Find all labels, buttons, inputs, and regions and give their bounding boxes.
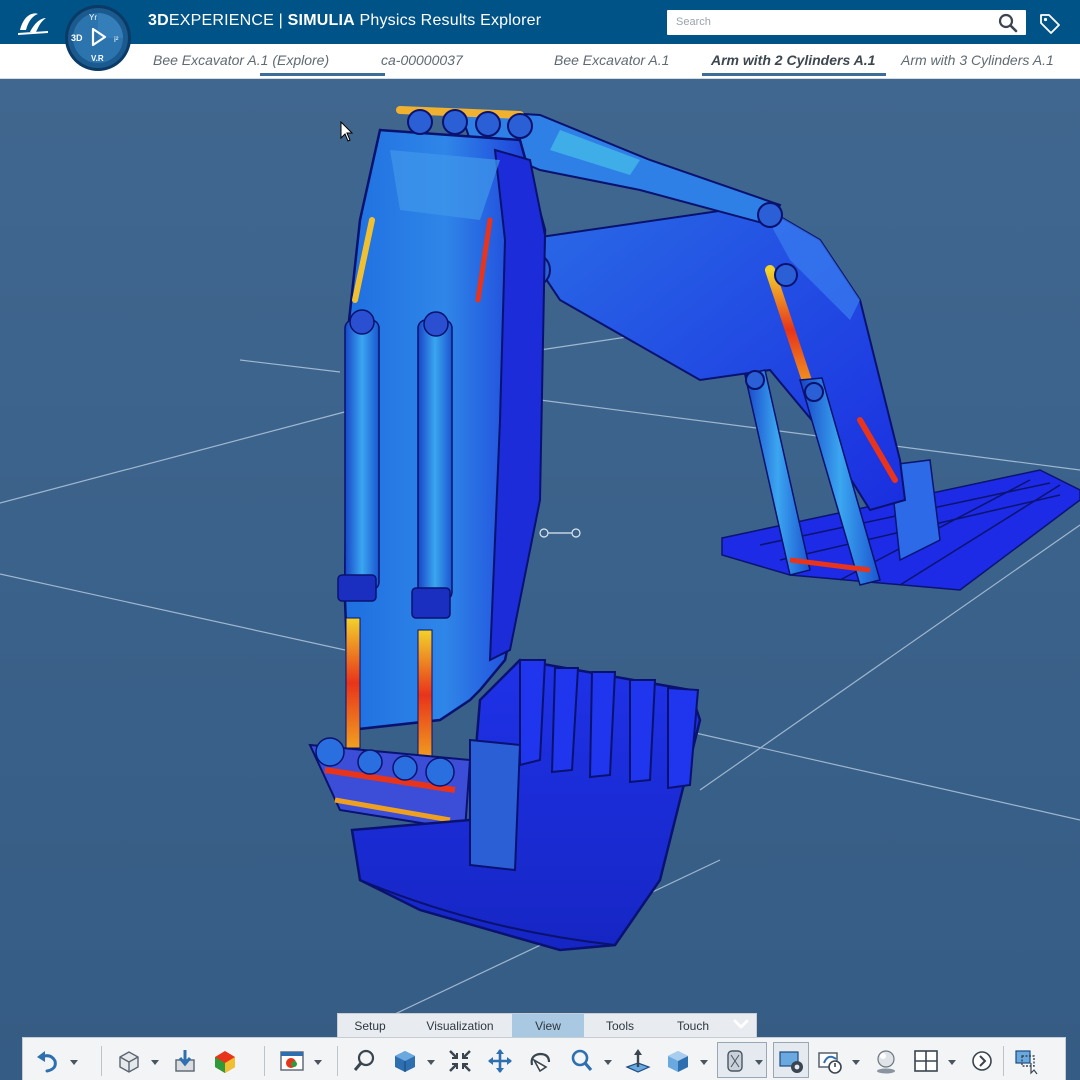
normal-view-icon[interactable] bbox=[624, 1047, 652, 1075]
action-bar bbox=[22, 1037, 1066, 1080]
compass-3d-label: 3D bbox=[71, 33, 83, 43]
svg-text:i²: i² bbox=[114, 35, 119, 44]
zoom-icon[interactable] bbox=[568, 1047, 596, 1075]
layout-dropdown-icon[interactable] bbox=[948, 1060, 956, 1066]
brand-prefix: 3D bbox=[148, 12, 169, 29]
search-field[interactable]: Search bbox=[667, 10, 1026, 35]
compass-vr-label: V.R bbox=[91, 54, 104, 63]
pan-icon[interactable] bbox=[486, 1047, 514, 1075]
import-icon[interactable] bbox=[171, 1047, 199, 1075]
tab-arm-2-cylinders[interactable]: Arm with 2 Cylinders A.1 bbox=[711, 52, 875, 68]
undo-dropdown-icon[interactable] bbox=[70, 1060, 78, 1066]
tag-icon[interactable] bbox=[1038, 11, 1062, 35]
rotate-icon[interactable] bbox=[526, 1047, 554, 1075]
toolbar-separator bbox=[101, 1046, 102, 1076]
brand-separator: | bbox=[278, 12, 284, 29]
tab-ca-00000037[interactable]: ca-00000037 bbox=[381, 52, 463, 68]
animation-dropdown-icon[interactable] bbox=[852, 1060, 860, 1066]
top-bar: 3DEXPERIENCE | SIMULIA Physics Results E… bbox=[0, 0, 1080, 44]
tab-arm-3-cylinders[interactable]: Arm with 3 Cylinders A.1 bbox=[901, 52, 1054, 68]
document-tab-bar: Bee Excavator A.1 (Explore) ca-00000037 … bbox=[0, 44, 1080, 79]
compass-icon[interactable]: Yr i² 3D V.R bbox=[62, 4, 134, 72]
tab-view[interactable]: View bbox=[512, 1014, 584, 1038]
undo-icon[interactable] bbox=[33, 1047, 61, 1075]
search-input[interactable]: Search bbox=[676, 16, 711, 28]
toolbar-separator bbox=[264, 1046, 265, 1076]
render-style-dropdown-icon[interactable] bbox=[755, 1060, 763, 1066]
svg-text:Yr: Yr bbox=[89, 13, 97, 22]
view-cube-dropdown-icon[interactable] bbox=[427, 1060, 435, 1066]
tab-touch[interactable]: Touch bbox=[660, 1014, 726, 1038]
chevron-down-icon[interactable] bbox=[731, 1014, 751, 1034]
part-design-dropdown-icon[interactable] bbox=[151, 1060, 159, 1066]
3d-viewport[interactable] bbox=[0, 79, 1080, 1080]
app-name: Physics Results Explorer bbox=[359, 12, 542, 29]
image-display-icon[interactable] bbox=[278, 1047, 306, 1075]
tab-bee-excavator[interactable]: Bee Excavator A.1 bbox=[554, 52, 669, 68]
brand-main: EXPERIENCE bbox=[168, 12, 274, 29]
tab-underline-active bbox=[702, 73, 886, 76]
tab-visualization[interactable]: Visualization bbox=[414, 1014, 506, 1038]
brand-product: SIMULIA bbox=[287, 12, 355, 29]
app-title: 3DEXPERIENCE | SIMULIA Physics Results E… bbox=[148, 12, 541, 30]
view-settings-icon[interactable] bbox=[777, 1047, 805, 1075]
toolbar-separator bbox=[337, 1046, 338, 1076]
render-style-icon[interactable] bbox=[721, 1047, 749, 1075]
layout-icon[interactable] bbox=[912, 1047, 940, 1075]
tab-setup[interactable]: Setup bbox=[338, 1014, 402, 1038]
rotation-center-icon bbox=[539, 528, 581, 538]
image-display-dropdown-icon[interactable] bbox=[314, 1060, 322, 1066]
tab-bee-excavator-explore[interactable]: Bee Excavator A.1 (Explore) bbox=[153, 52, 329, 68]
simulation-icon[interactable] bbox=[211, 1047, 239, 1075]
zoom-dropdown-icon[interactable] bbox=[604, 1060, 612, 1066]
toolbar-separator bbox=[1003, 1046, 1004, 1076]
search-icon[interactable] bbox=[998, 13, 1018, 33]
action-bar-tabs: Setup Visualization View Tools Touch bbox=[337, 1013, 757, 1038]
excavator-model[interactable] bbox=[0, 79, 1080, 1080]
animation-icon[interactable] bbox=[816, 1047, 844, 1075]
iso-view-icon[interactable] bbox=[664, 1047, 692, 1075]
tab-underline-secondary bbox=[260, 73, 385, 76]
zoom-area-icon[interactable] bbox=[351, 1047, 379, 1075]
mouse-cursor-icon bbox=[340, 121, 354, 142]
view-cube-icon[interactable] bbox=[391, 1047, 419, 1075]
fit-all-icon[interactable] bbox=[446, 1047, 474, 1075]
selection-icon[interactable] bbox=[1013, 1047, 1041, 1075]
next-icon[interactable] bbox=[968, 1047, 996, 1075]
lighting-icon[interactable] bbox=[872, 1047, 900, 1075]
part-design-icon[interactable] bbox=[115, 1047, 143, 1075]
tab-tools[interactable]: Tools bbox=[588, 1014, 652, 1038]
iso-view-dropdown-icon[interactable] bbox=[700, 1060, 708, 1066]
dassault-logo-icon[interactable] bbox=[16, 8, 50, 36]
